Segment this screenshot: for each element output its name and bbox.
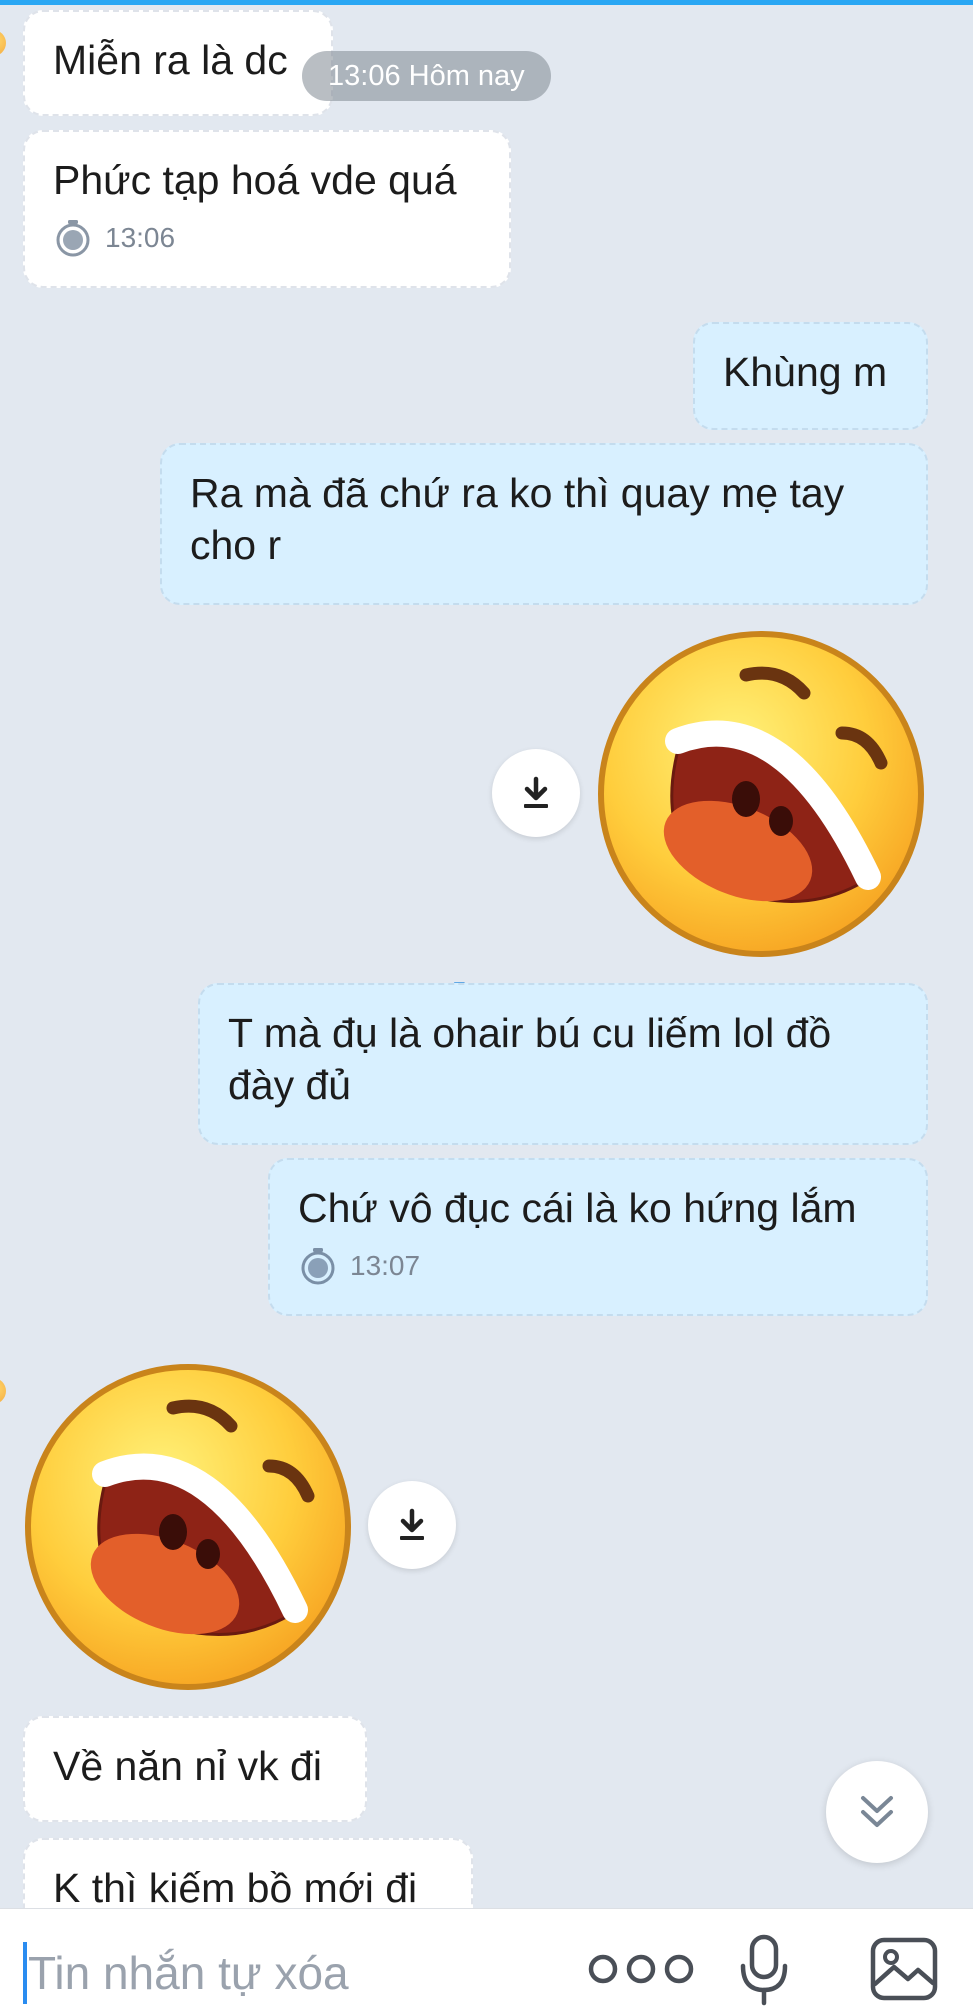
message-bubble-outgoing[interactable]: Khùng m [693,322,928,430]
message-input[interactable]: Tin nhắn tự xóa [28,1937,568,2009]
download-icon [400,1508,424,1540]
message-bubble-outgoing[interactable]: Ra mà đã chứ ra ko thì quay mẹ tay cho r [160,443,928,605]
timer-icon [301,1248,335,1285]
message-bubble-incoming[interactable]: Về năn nỉ vk đi [23,1716,367,1822]
timestamp-text: 13:07 [350,1250,421,1281]
laughing-face-sticker[interactable] [23,1362,353,1692]
message-bubble-incoming[interactable]: Miễn ra là dc [23,10,333,116]
date-separator-chip: 13:06 Hôm nay [302,51,551,101]
laughing-face-sticker[interactable] [596,629,926,959]
image-icon [870,1937,938,2001]
scroll-to-bottom-button[interactable] [826,1761,928,1863]
download-button[interactable] [368,1481,456,1569]
sender-avatar[interactable] [0,1378,6,1404]
top-accent-bar [0,0,973,5]
message-bubble-outgoing[interactable]: T mà đụ là ohair bú cu liếm lol đồ đày đ… [198,983,928,1145]
more-options-button[interactable] [578,1937,704,2001]
message-timestamp: 13:07 [298,1246,898,1286]
message-bubble-incoming[interactable]: Phức tạp hoá vde quá 13:06 [23,130,511,288]
message-text: Khùng m [723,349,888,395]
sender-avatar[interactable] [0,30,6,56]
message-text: Phức tạp hoá vde quá [53,157,457,203]
message-text: T mà đụ là ohair bú cu liếm lol đồ đày đ… [228,1010,832,1108]
message-text: K thì kiếm bồ mới đi [53,1865,418,1911]
microphone-icon [740,1934,788,2006]
message-text: Ra mà đã chứ ra ko thì quay mẹ tay cho r [190,470,845,568]
message-text: Về năn nỉ vk đi [53,1743,322,1789]
text-cursor [23,1942,27,2004]
timestamp-text: 13:06 [105,222,176,253]
message-text: Chứ vô đục cái là ko hứng lắm [298,1185,857,1231]
download-icon [524,776,548,808]
send-image-button[interactable] [866,1933,942,2005]
download-button[interactable] [492,749,580,837]
message-bubble-outgoing[interactable]: Chứ vô đục cái là ko hứng lắm 13:07 [268,1158,928,1316]
voice-message-button[interactable] [734,1931,794,2009]
timer-icon [56,220,90,257]
message-composer: Tin nhắn tự xóa [0,1908,973,2013]
message-timestamp: 13:06 [53,218,481,258]
message-text: Miễn ra là dc [53,37,288,83]
chevron-double-down-icon [861,1796,893,1827]
more-dots-icon [588,1954,694,1984]
